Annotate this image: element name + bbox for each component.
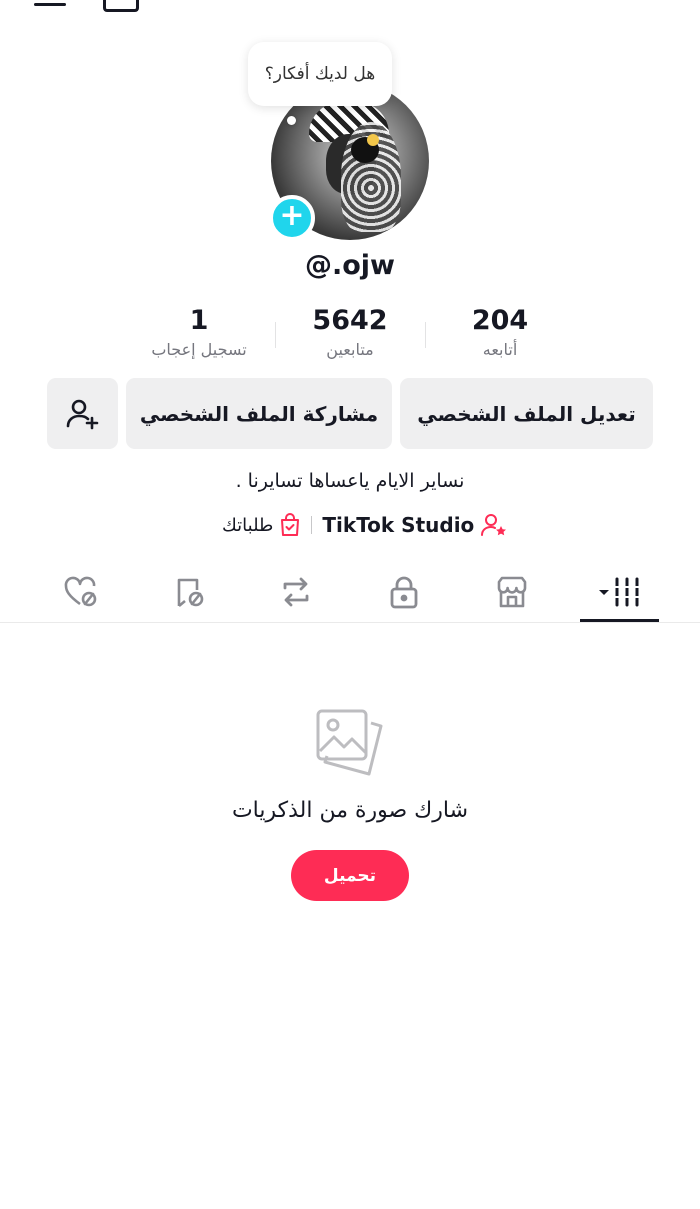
creator-tools-icon[interactable] (103, 0, 139, 12)
add-user-icon (66, 399, 98, 429)
empty-state-title: شارك صورة من الذكريات (231, 798, 469, 823)
orders-label: طلباتك (222, 514, 274, 536)
profile-links: طلباتك TikTok Studio (222, 509, 508, 541)
tab-favorites[interactable] (150, 566, 230, 618)
stat-likes-label: تسجيل إعجاب (151, 340, 247, 359)
bio: نساير الايام ياعساها تسايرنا . (235, 470, 465, 492)
tab-shop[interactable] (472, 566, 552, 618)
stat-following-label: أتابعه (482, 340, 518, 359)
lock-icon (390, 576, 418, 609)
stat-following-count: 204 (471, 305, 529, 336)
username: @.ojw (304, 250, 395, 281)
studio-label: TikTok Studio (322, 513, 475, 537)
shop-icon (497, 576, 527, 608)
ideas-bubble[interactable]: هل لديك أفكار؟ (248, 42, 392, 106)
repost-icon (283, 577, 309, 607)
favorites-hidden-icon (177, 578, 204, 607)
edit-profile-button[interactable]: تعديل الملف الشخصي (400, 378, 653, 449)
share-profile-button[interactable]: مشاركة الملف الشخصي (126, 378, 392, 449)
tab-videos[interactable] (580, 566, 660, 618)
creator-star-icon (481, 514, 507, 536)
bubble-tail (287, 116, 296, 125)
add-story-icon[interactable]: + (269, 195, 315, 241)
orders-link[interactable]: طلباتك (222, 513, 301, 537)
liked-hidden-icon (64, 576, 97, 607)
tabs-divider (0, 622, 700, 623)
studio-link[interactable]: TikTok Studio (322, 512, 508, 538)
upload-button[interactable]: تحميل (291, 850, 409, 901)
shopping-bag-icon (281, 513, 300, 536)
tab-private[interactable] (364, 566, 444, 618)
links-divider (311, 516, 313, 534)
tab-liked[interactable] (42, 566, 122, 618)
videos-grid-icon (599, 577, 641, 607)
stat-following[interactable]: 204 أتابعه (415, 305, 585, 359)
stat-likes-count: 1 (189, 305, 209, 336)
add-friend-button[interactable] (47, 378, 118, 449)
photos-icon (313, 707, 387, 779)
tab-reposts[interactable] (256, 566, 336, 618)
stat-likes[interactable]: 1 تسجيل إعجاب (114, 305, 284, 359)
stat-followers-label: متابعين (326, 340, 374, 359)
stat-followers-count: 5642 (312, 305, 388, 336)
stat-followers[interactable]: 5642 متابعين (265, 305, 435, 359)
menu-icon[interactable] (34, 0, 66, 10)
